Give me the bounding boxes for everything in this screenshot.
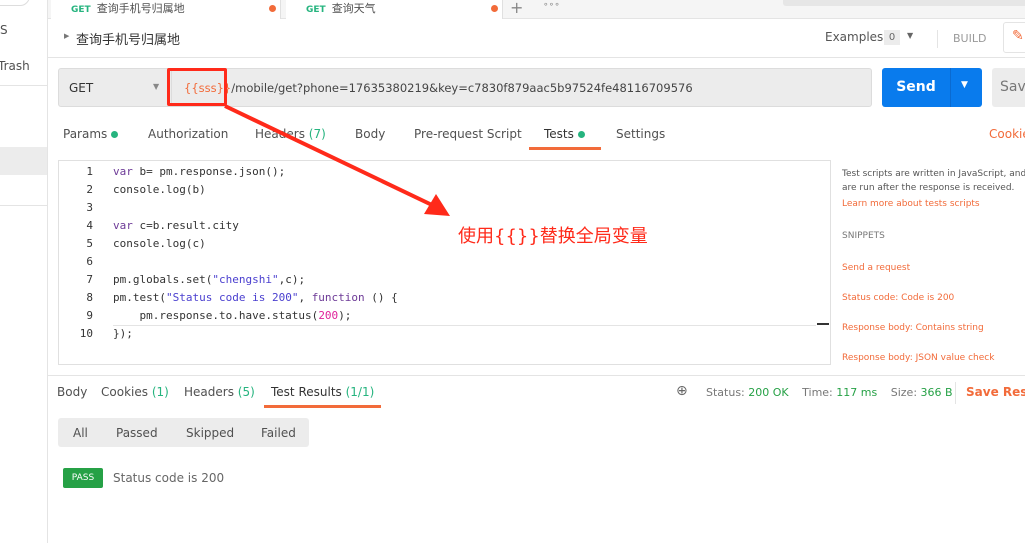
annotation-text: 使用{{}}替换全局变量 xyxy=(458,226,648,247)
annotation-arrow-icon xyxy=(224,104,450,216)
